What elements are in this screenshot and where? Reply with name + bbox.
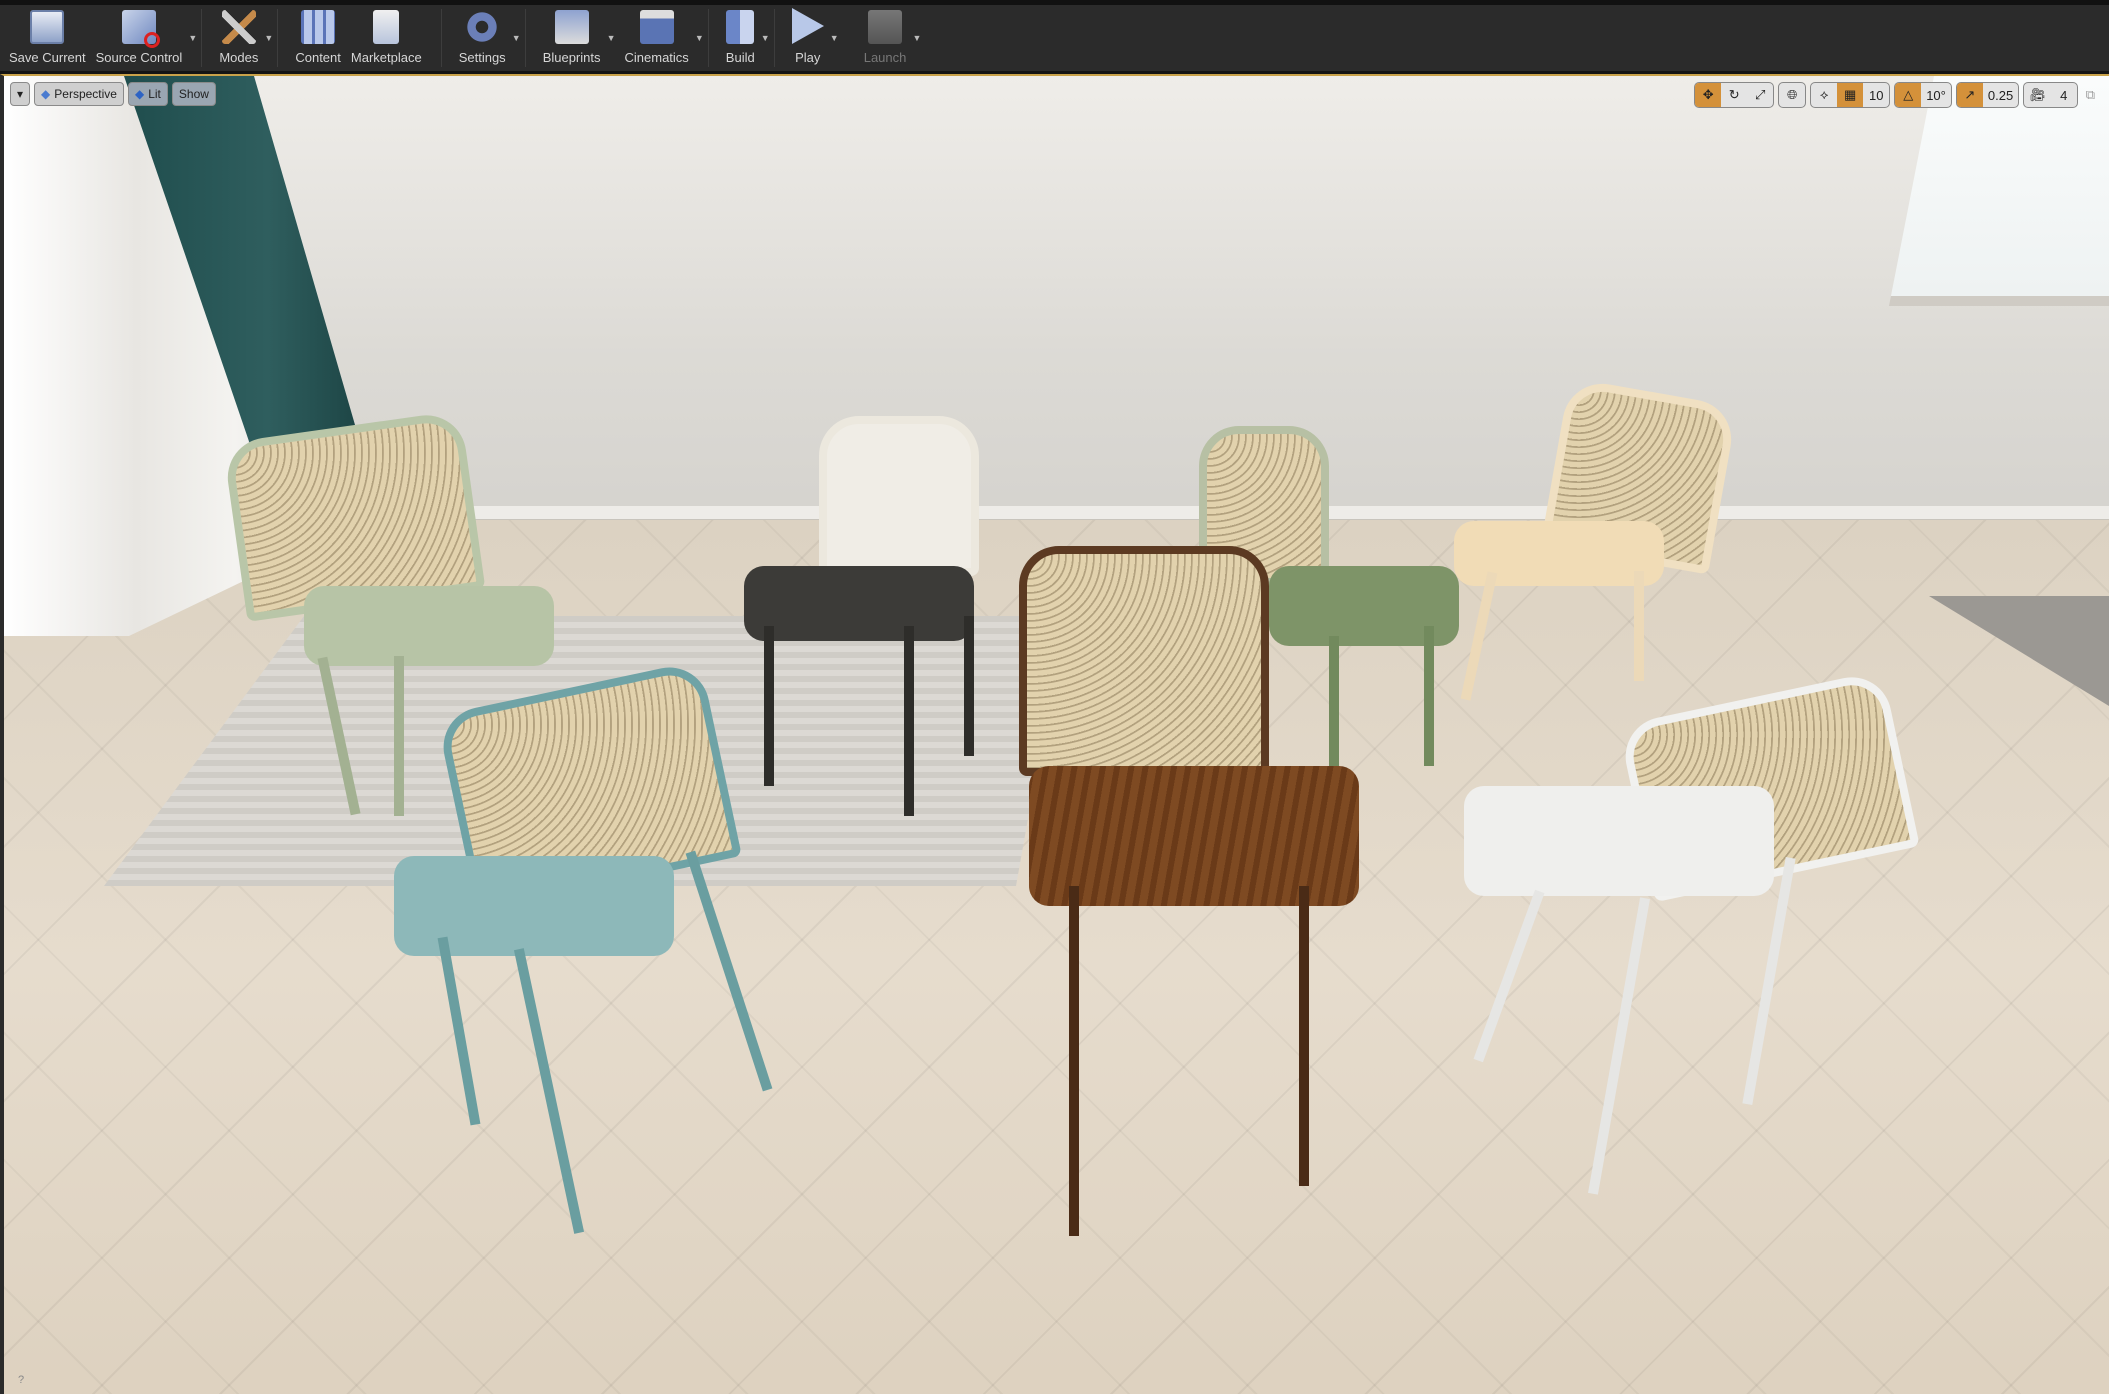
grid-snap-icon[interactable]: ▦ xyxy=(1837,83,1864,107)
grid-snap-value[interactable]: 10 xyxy=(1863,83,1889,107)
modes-icon xyxy=(221,10,256,44)
viewport-toolbar-left: ▾ ◆ Perspective ◆ Lit Show xyxy=(10,82,216,106)
scale-icon[interactable]: ⤢ xyxy=(1747,83,1773,107)
chevron-down-icon[interactable]: ▼ xyxy=(695,33,704,43)
perspective-button[interactable]: ◆ Perspective xyxy=(34,82,124,106)
coordinate-system-toggle[interactable]: 🌐︎ xyxy=(1778,82,1807,108)
marketplace-button[interactable]: Marketplace xyxy=(346,5,427,71)
blueprints-button[interactable]: Blueprints ▼ xyxy=(538,5,616,71)
separator xyxy=(773,9,775,67)
world-icon: 🌐︎ xyxy=(1787,87,1798,102)
modes-button[interactable]: Modes ▼ xyxy=(214,5,273,71)
grid-snap-group: ⟡ ▦ 10 xyxy=(1810,82,1891,108)
separator xyxy=(277,9,279,67)
main-toolbar: Save Current Source Control ▼ Modes ▼ Cont… xyxy=(0,0,2109,74)
build-icon xyxy=(726,10,755,44)
settings-button[interactable]: Settings ▼ xyxy=(454,5,521,71)
translate-icon[interactable]: ✥ xyxy=(1695,83,1722,107)
viewport-options-button[interactable]: ▾ xyxy=(10,82,31,106)
view-mode-lit-button[interactable]: ◆ Lit xyxy=(127,82,168,106)
maximize-viewport-icon[interactable]: ⧉ xyxy=(2086,87,2095,103)
chevron-down-icon[interactable]: ▼ xyxy=(264,33,273,43)
settings-icon xyxy=(465,10,500,44)
blueprints-icon xyxy=(554,10,589,44)
separator xyxy=(524,9,526,67)
rotation-snap-group: △ 10° xyxy=(1894,82,1952,108)
play-icon xyxy=(791,8,824,44)
separator xyxy=(440,9,442,67)
scale-snap-value[interactable]: 0.25 xyxy=(1983,83,2018,107)
scale-snap-icon[interactable]: ↗ xyxy=(1956,83,1983,107)
transform-mode-group: ✥ ↻ ⤢ xyxy=(1694,82,1775,108)
chevron-down-icon[interactable]: ▼ xyxy=(607,33,616,43)
chevron-down-icon: ▾ xyxy=(17,87,24,101)
rotation-snap-icon[interactable]: △ xyxy=(1895,83,1922,107)
marketplace-icon xyxy=(373,10,400,44)
build-button[interactable]: Build ▼ xyxy=(721,5,770,71)
surface-snap-icon[interactable]: ⟡ xyxy=(1811,83,1837,107)
camera-speed-icon[interactable]: 🎥︎ xyxy=(2024,83,2051,107)
separator xyxy=(707,9,709,67)
rotate-icon[interactable]: ↻ xyxy=(1721,83,1747,107)
launch-icon xyxy=(868,10,903,44)
save-current-button[interactable]: Save Current xyxy=(4,5,91,71)
camera-speed-group: 🎥︎ 4 xyxy=(2023,82,2078,108)
rotation-snap-value[interactable]: 10° xyxy=(1921,83,1951,107)
chevron-down-icon[interactable]: ▼ xyxy=(188,33,197,43)
launch-button[interactable]: Launch ▼ xyxy=(859,5,921,71)
chevron-down-icon[interactable]: ▼ xyxy=(830,33,839,43)
chevron-down-icon[interactable]: ▼ xyxy=(912,33,921,43)
viewport-toolbar-right: ✥ ↻ ⤢ 🌐︎ ⟡ ▦ 10 △ 10° ↗ 0.25 🎥︎ 4 ⧉ xyxy=(1694,82,2095,108)
cinematics-icon xyxy=(639,10,674,44)
chevron-down-icon[interactable]: ▼ xyxy=(761,33,770,43)
scale-snap-group: ↗ 0.25 xyxy=(1955,82,2020,108)
separator xyxy=(201,9,203,67)
perspective-icon: ◆ xyxy=(41,87,51,101)
save-icon xyxy=(30,10,65,44)
help-icon[interactable]: ? xyxy=(18,1374,24,1386)
cinematics-button[interactable]: Cinematics ▼ xyxy=(620,5,704,71)
lit-icon: ◆ xyxy=(134,87,145,101)
play-button[interactable]: Play ▼ xyxy=(787,5,839,71)
source-control-icon xyxy=(121,10,160,48)
content-button[interactable]: Content xyxy=(290,5,346,71)
level-viewport[interactable]: ▾ ◆ Perspective ◆ Lit Show ✥ ↻ ⤢ 🌐︎ ⟡ ▦ 10… xyxy=(0,74,2109,1394)
show-button[interactable]: Show xyxy=(171,82,216,106)
source-control-button[interactable]: Source Control ▼ xyxy=(91,5,197,71)
content-icon xyxy=(301,10,336,44)
camera-speed-value[interactable]: 4 xyxy=(2051,83,2077,107)
chevron-down-icon[interactable]: ▼ xyxy=(512,33,521,43)
